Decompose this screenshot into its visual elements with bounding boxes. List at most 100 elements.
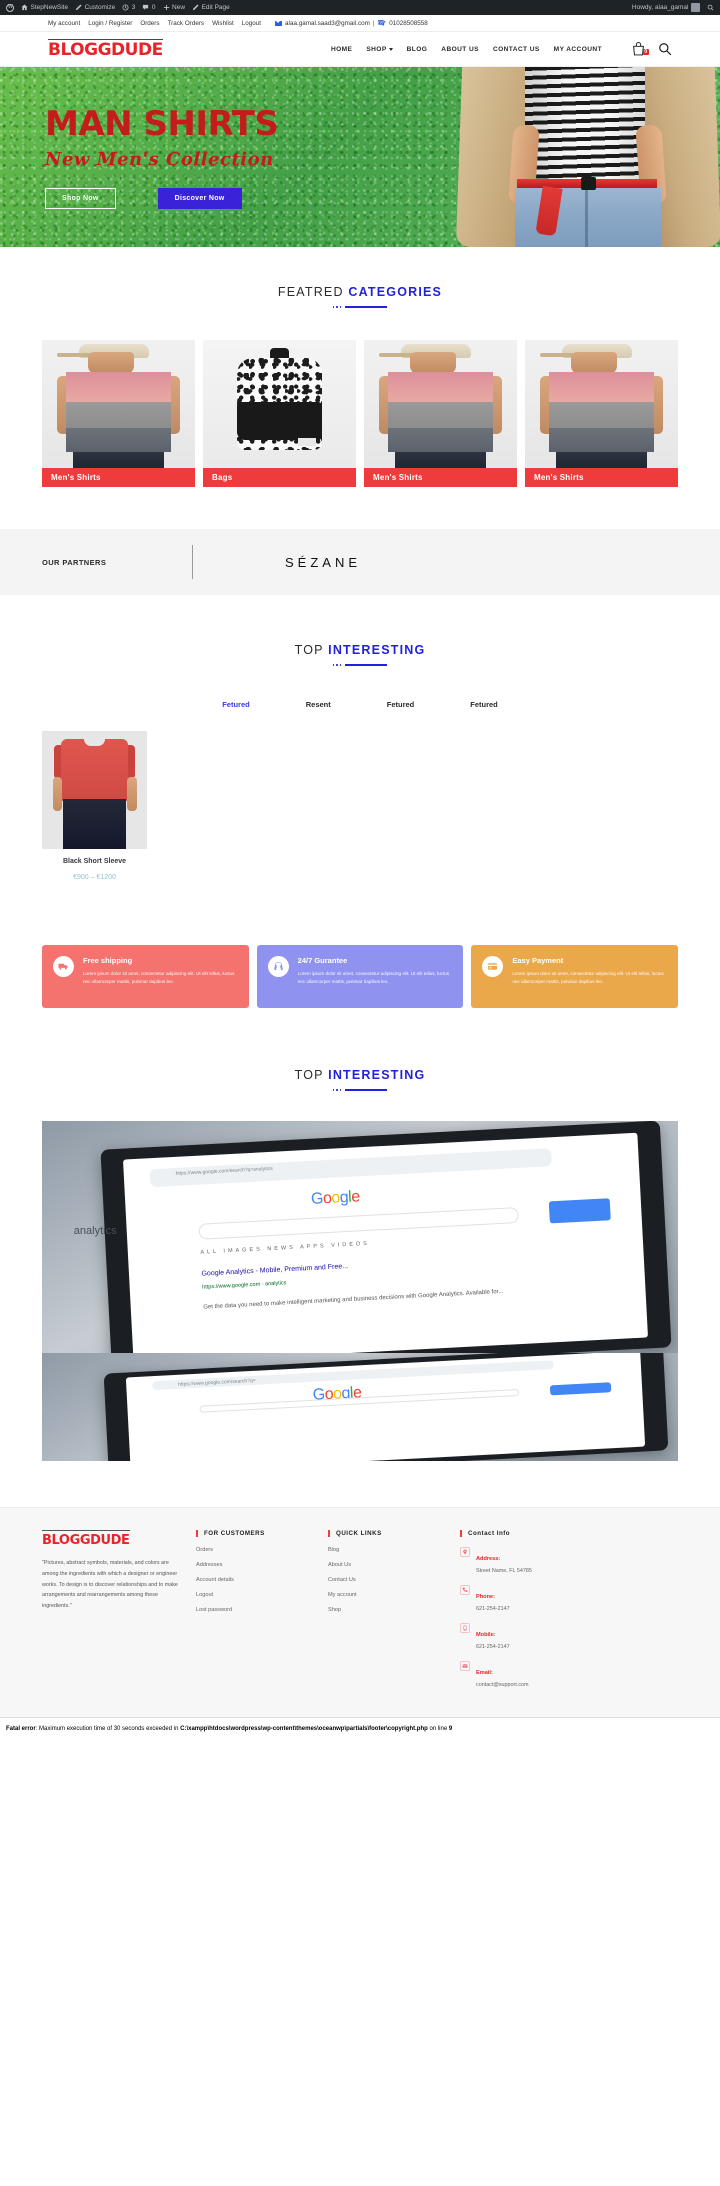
nav-item-blog[interactable]: BLOG <box>407 46 428 53</box>
adminbar-wordpress-logo[interactable] <box>6 3 14 12</box>
php-fatal-error: Fatal error: Maximum execution time of 3… <box>0 1717 720 1742</box>
footer-link-contact-us[interactable]: Contact Us <box>328 1577 446 1583</box>
search-icon <box>707 4 714 11</box>
adminbar-customize[interactable]: Customize <box>75 4 115 11</box>
interesting-title-bold: INTERESTING <box>328 643 426 657</box>
wp-admin-bar: StepNewSite Customize 3 0 New Edit Page … <box>0 0 720 15</box>
topbar-separator: | <box>372 19 375 27</box>
adminbar-comments[interactable]: 0 <box>142 4 156 11</box>
footer-link-logout[interactable]: Logout <box>196 1592 314 1598</box>
nav-label: SHOP <box>366 45 387 53</box>
contact-text-block: Phone: 621-254-2147 <box>476 1585 510 1613</box>
google-search-button[interactable] <box>547 1197 611 1224</box>
contact-label: Phone: <box>476 1594 495 1601</box>
feature-text-block: Free shipping Lorem ipsum dolor sit amet… <box>83 956 238 986</box>
category-card[interactable]: Men's Shirts <box>525 340 678 487</box>
product-tabs: Fetured Resent Fetured Fetured <box>0 700 720 709</box>
adminbar-edit-page[interactable]: Edit Page <box>192 4 230 11</box>
feature-text-block: Easy Payment Lorem ipsum dolor sit amet,… <box>512 956 667 986</box>
model-striped-shirt <box>525 67 645 180</box>
interesting-title-light: TOP <box>294 643 324 657</box>
shop-now-button[interactable]: Shop Now <box>45 188 116 209</box>
footer-link-about-us[interactable]: About Us <box>328 1562 446 1568</box>
wordpress-logo-icon <box>6 3 14 12</box>
nav-item-about-us[interactable]: ABOUT US <box>441 46 479 53</box>
google-result-url: https://www.google.com - analytics <box>201 1280 287 1291</box>
google-search-field[interactable] <box>198 1206 519 1240</box>
adminbar-new-label: New <box>172 4 186 11</box>
browser-url-bar <box>149 1147 552 1188</box>
adminbar-new[interactable]: New <box>163 4 186 11</box>
nav-item-contact-us[interactable]: CONTACT US <box>493 46 540 53</box>
partner-logo-sezane: SÉZANE <box>285 554 362 570</box>
footer-link-addresses[interactable]: Addresses <box>196 1562 314 1568</box>
contact-value: 621-254-2147 <box>476 1644 510 1651</box>
product-name: Black Short Sleeve <box>62 858 127 865</box>
footer-link-blog[interactable]: Blog <box>328 1547 446 1553</box>
footer-link-shop[interactable]: Shop <box>328 1607 446 1613</box>
product-card[interactable]: Black Short Sleeve €900 – €1200 <box>42 731 147 881</box>
category-card[interactable]: Men's Shirts <box>364 340 517 487</box>
topbar-link-my-account[interactable]: My account <box>48 20 80 27</box>
nav-label: CONTACT US <box>492 45 540 53</box>
footer-brand-column: BLOGGDUDE "Pictures, abstract symbols, m… <box>42 1530 182 1699</box>
category-card[interactable]: Bags <box>203 340 356 487</box>
adminbar-howdy[interactable]: Howdy, alaa_gamal <box>632 3 700 12</box>
hero-buttons: Shop Now Discover Now <box>45 188 278 209</box>
footer-link-my-account[interactable]: My account <box>328 1592 446 1598</box>
cart-button[interactable]: 0 <box>632 42 649 56</box>
topbar-link-logout[interactable]: Logout <box>242 20 261 27</box>
contact-value: contact@support.com <box>476 1682 529 1689</box>
header-search-button[interactable] <box>658 42 672 56</box>
footer-link-account-details[interactable]: Account details <box>196 1577 314 1583</box>
cart-count-badge: 0 <box>643 49 649 55</box>
feature-text-block: 24/7 Gurantee Lorem ipsum dolor sit amet… <box>298 956 453 986</box>
adminbar-howdy-label: Howdy, alaa_gamal <box>631 4 689 11</box>
blog-image-analytics-1[interactable]: https://www.google.com/search?q=analytic… <box>42 1121 678 1353</box>
nav-item-shop[interactable]: SHOP <box>366 45 393 53</box>
tab-fetured-3[interactable]: Fetured <box>470 700 498 709</box>
search-icon <box>659 43 672 56</box>
footer-link-orders[interactable]: Orders <box>196 1547 314 1553</box>
footer-logo[interactable]: BLOGGDUDE <box>42 1530 130 1548</box>
feature-title: Free shipping <box>83 956 133 965</box>
blog-section: TOP INTERESTING https://www.google.com/s… <box>0 1008 720 1461</box>
feature-description: Lorem ipsum dolor sit amet, consectetur … <box>512 971 664 984</box>
footer-link-lost-password[interactable]: Lost password <box>196 1607 314 1613</box>
google-search-button[interactable] <box>549 1382 612 1397</box>
categories-title: FEATRED CATEGORIES <box>0 285 720 299</box>
google-result-title: Google Analytics - Mobile, Premium and F… <box>200 1262 348 1278</box>
site-logo[interactable]: BLOGGDUDE <box>48 39 163 59</box>
adminbar-updates[interactable]: 3 <box>122 4 135 11</box>
category-card[interactable]: Men's Shirts <box>42 340 195 487</box>
feature-boxes: Free shipping Lorem ipsum dolor sit amet… <box>0 945 720 1008</box>
heading-decoration <box>0 1089 720 1091</box>
topbar-link-orders[interactable]: Orders <box>140 20 159 27</box>
topbar-email[interactable]: alaa.gamal.saad3@gmail.com <box>285 20 370 27</box>
site-header: BLOGGDUDE HOME SHOP BLOG ABOUT US CONTAC… <box>0 32 720 67</box>
category-label: Men's Shirts <box>525 468 678 487</box>
nav-item-my-account[interactable]: MY ACCOUNT <box>554 46 602 53</box>
footer-column-for-customers: FOR CUSTOMERS Orders Addresses Account d… <box>196 1530 314 1699</box>
tab-fetured-1[interactable]: Fetured <box>222 700 250 709</box>
google-result-tabs: ALL IMAGES NEWS APPS VIDEOS <box>199 1241 370 1257</box>
chevron-down-icon <box>388 47 393 51</box>
adminbar-search-button[interactable] <box>707 4 714 11</box>
utility-topbar: My account Login / Register Orders Track… <box>0 15 720 32</box>
blog-image-analytics-2[interactable]: https://www.google.com/search?q= Google <box>42 1353 678 1461</box>
feature-icon-wrapper <box>53 956 74 977</box>
footer-column-heading: FOR CUSTOMERS <box>196 1530 314 1537</box>
adminbar-site-name[interactable]: StepNewSite <box>21 4 68 11</box>
topbar-link-login-register[interactable]: Login / Register <box>88 20 132 27</box>
adminbar-comments-count: 0 <box>151 4 156 11</box>
discover-now-button[interactable]: Discover Now <box>157 188 242 209</box>
feature-description: Lorem ipsum dolor sit amet, consectetur … <box>83 971 235 984</box>
tab-resent[interactable]: Resent <box>306 700 331 709</box>
tab-fetured-2[interactable]: Fetured <box>387 700 415 709</box>
footer-column-contact-info: Contact Info Address: Street Name, FL 54… <box>460 1530 600 1699</box>
topbar-link-track-orders[interactable]: Track Orders <box>168 20 205 27</box>
topbar-phone[interactable]: 01028508558 <box>389 20 428 27</box>
footer-column-quick-links: QUICK LINKS Blog About Us Contact Us My … <box>328 1530 446 1699</box>
topbar-link-wishlist[interactable]: Wishlist <box>212 20 234 27</box>
nav-item-home[interactable]: HOME <box>331 46 352 53</box>
